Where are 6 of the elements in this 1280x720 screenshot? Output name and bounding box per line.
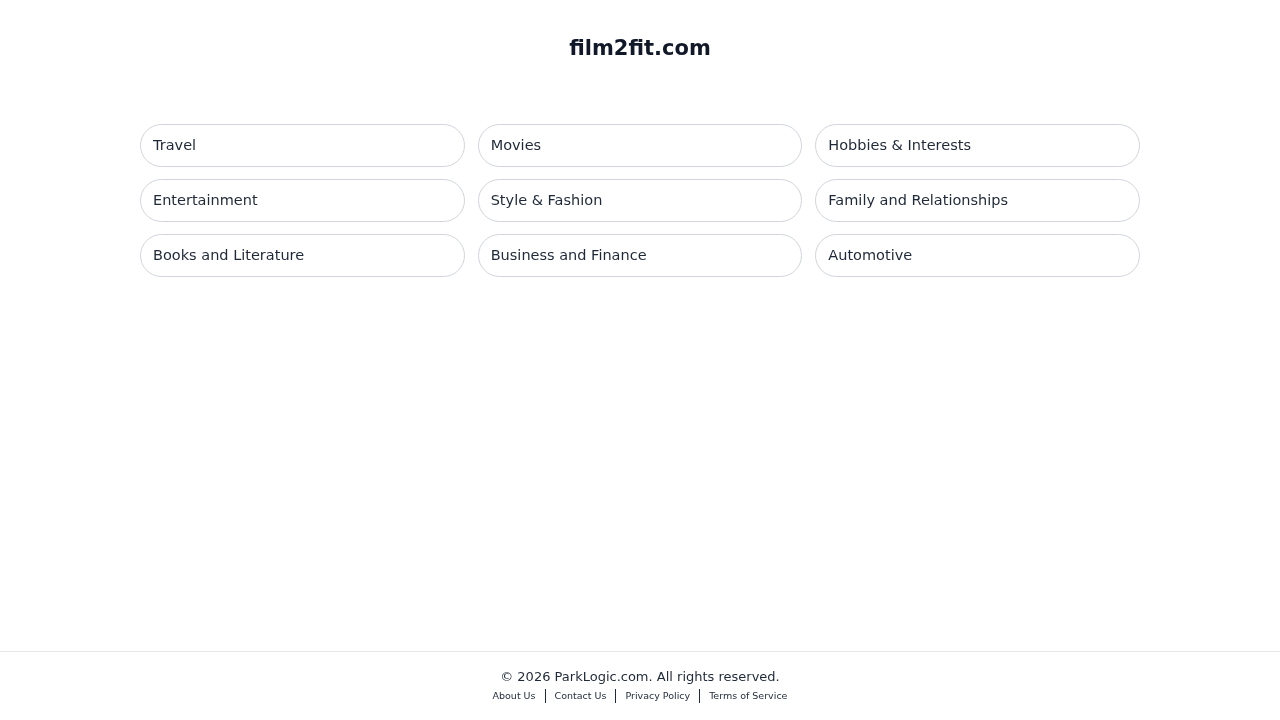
site-title: film2fit.com — [569, 35, 711, 62]
footer-link[interactable]: Terms of Service — [709, 689, 788, 703]
footer-link[interactable]: About Us — [492, 689, 536, 703]
copyright-text: © 2026 ParkLogic.com. All rights reserved. — [500, 668, 780, 686]
footer-link[interactable]: Contact Us — [554, 689, 607, 703]
footer-link[interactable]: Privacy Policy — [625, 689, 691, 703]
